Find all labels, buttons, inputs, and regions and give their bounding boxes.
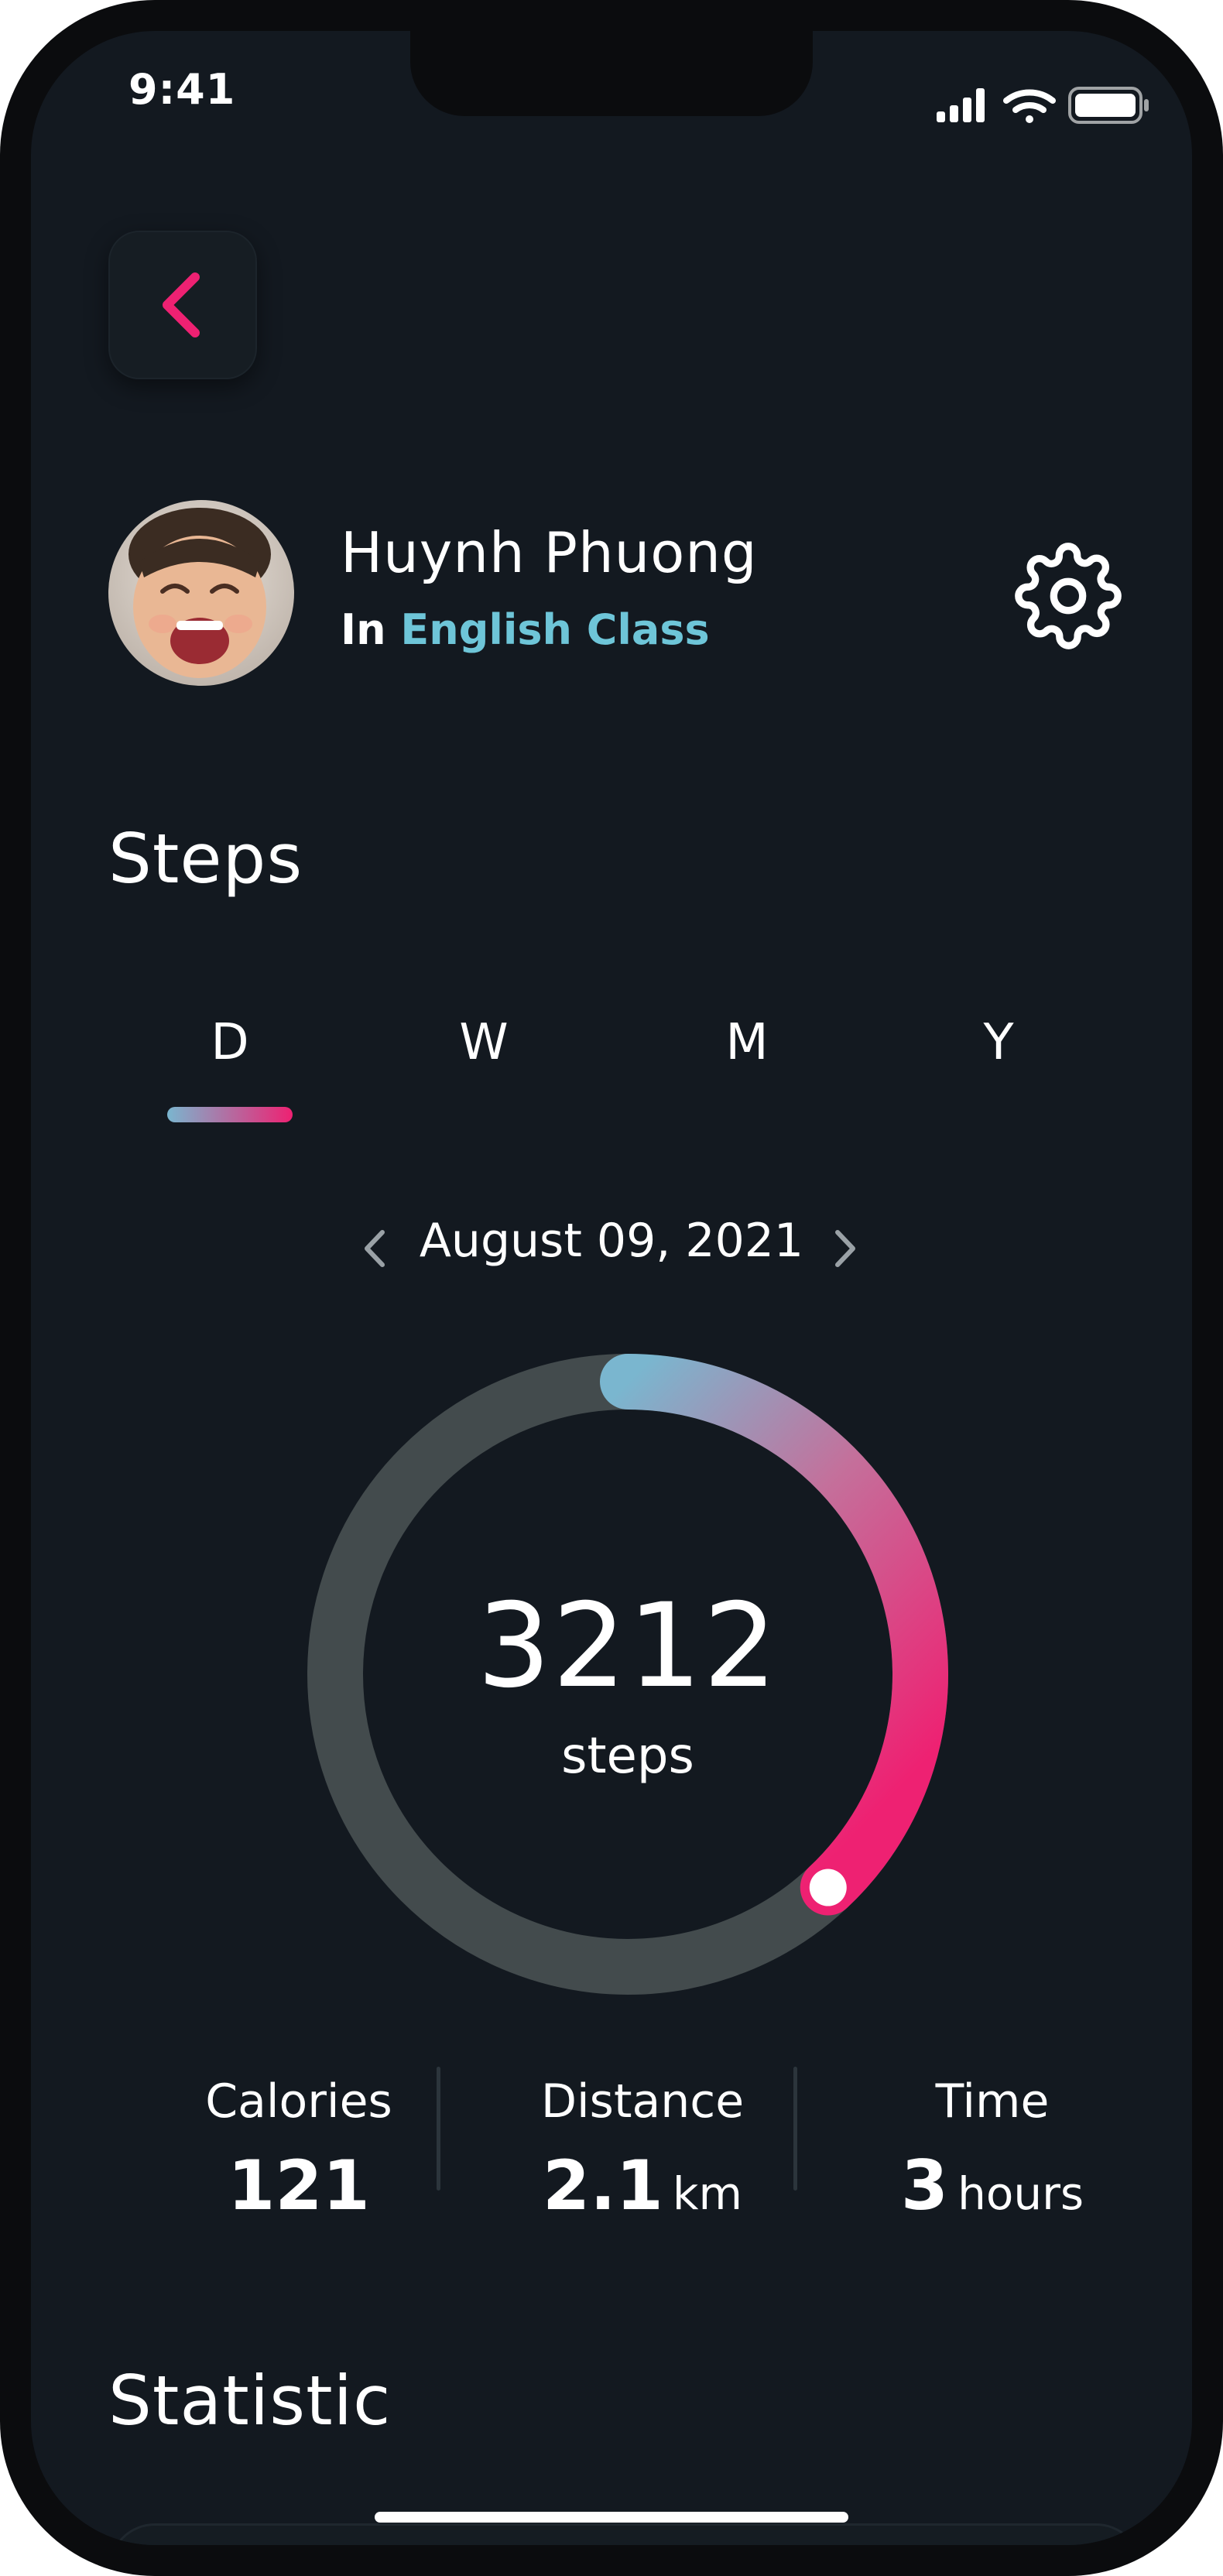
distance-unit: km xyxy=(672,2167,742,2220)
calories-label: Calories xyxy=(205,2074,392,2129)
tab-week[interactable]: W xyxy=(437,1014,530,1071)
time-label: Time xyxy=(935,2074,1050,2129)
phone-frame: 9:41 Huynh Phuong In English Class Steps… xyxy=(0,0,1223,2576)
home-indicator[interactable] xyxy=(375,2512,848,2523)
distance-number: 2.1 xyxy=(543,2146,663,2225)
tab-month[interactable]: M xyxy=(701,1014,793,1071)
period-tabs: D W M Y xyxy=(31,1014,1192,1107)
user-name: Huynh Phuong xyxy=(341,520,758,585)
steps-title: Steps xyxy=(108,819,303,899)
avatar[interactable] xyxy=(108,500,294,686)
back-button[interactable] xyxy=(108,231,257,379)
avatar-image xyxy=(108,500,294,686)
next-date-button[interactable] xyxy=(822,1221,868,1276)
distance-label: Distance xyxy=(540,2074,745,2129)
app-screen: 9:41 Huynh Phuong In English Class Steps… xyxy=(31,31,1192,2545)
steps-count: 3212 xyxy=(477,1579,779,1714)
calories-number: 121 xyxy=(228,2146,370,2225)
gear-icon xyxy=(1015,543,1122,649)
class-link[interactable]: English Class xyxy=(400,605,709,654)
time-value: 3 hours xyxy=(845,2146,1139,2225)
prev-date-button[interactable] xyxy=(351,1221,398,1276)
tab-day[interactable]: D xyxy=(183,1014,276,1071)
stat-time: Time 3 hours xyxy=(845,2074,1139,2225)
status-icons xyxy=(937,87,1149,124)
stat-divider xyxy=(437,2067,440,2191)
current-date: August 09, 2021 xyxy=(419,1214,804,1268)
distance-value: 2.1 km xyxy=(495,2146,790,2225)
statistic-title: Statistic xyxy=(108,2361,392,2441)
active-tab-indicator xyxy=(167,1107,293,1122)
statistic-card xyxy=(108,2523,1142,2545)
time-unit: hours xyxy=(958,2167,1084,2220)
tab-year[interactable]: Y xyxy=(952,1014,1045,1071)
time-number: 3 xyxy=(900,2146,949,2225)
stat-distance: Distance 2.1 km xyxy=(495,2074,790,2225)
steps-unit: steps xyxy=(561,1728,694,1785)
chevron-left-icon xyxy=(365,1230,385,1267)
device-notch xyxy=(410,31,813,116)
battery-icon xyxy=(1068,87,1149,124)
ring-progress-knob xyxy=(809,1869,847,1906)
settings-button[interactable] xyxy=(1014,542,1122,650)
stat-calories: Calories 121 xyxy=(152,2074,446,2225)
status-time: 9:41 xyxy=(128,65,236,114)
user-class: In English Class xyxy=(341,605,710,654)
chevron-left-icon xyxy=(163,272,200,337)
stat-divider xyxy=(793,2067,797,2191)
calories-value: 121 xyxy=(152,2146,446,2225)
date-navigator: August 09, 2021 xyxy=(31,1214,1192,1283)
chevron-right-icon xyxy=(835,1230,855,1267)
class-prefix: In xyxy=(341,605,386,654)
cellular-signal-icon xyxy=(937,88,985,122)
wifi-icon xyxy=(1003,89,1056,123)
